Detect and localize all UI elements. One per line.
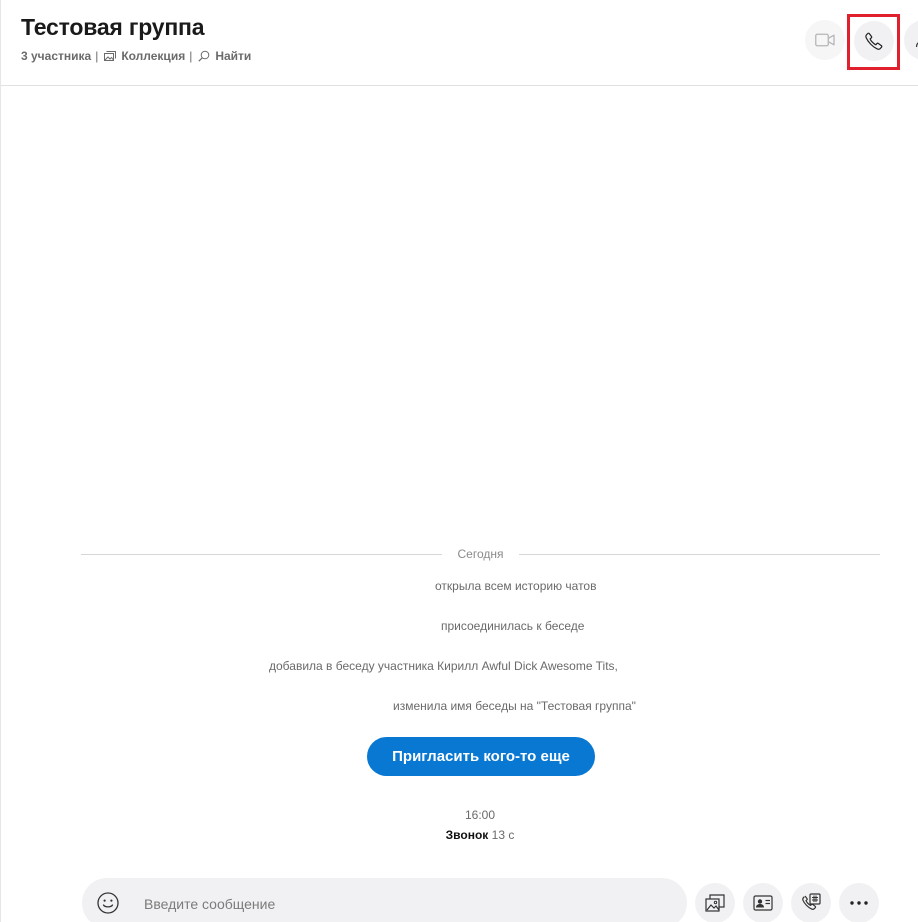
divider-line: [519, 554, 880, 555]
call-duration: 13 с: [491, 828, 515, 842]
chat-title: Тестовая группа: [21, 14, 205, 40]
message-input[interactable]: [144, 893, 664, 915]
divider-line: [81, 554, 442, 555]
call-label: Звонок: [445, 828, 489, 842]
system-event: открыла всем историю чатов: [435, 579, 597, 593]
find-label: Найти: [215, 49, 252, 63]
send-image-button[interactable]: [695, 883, 735, 922]
add-people-button[interactable]: [904, 20, 918, 60]
collection-label: Коллекция: [121, 49, 186, 63]
emoji-icon: [97, 892, 119, 914]
meta-separator: |: [95, 49, 99, 63]
chat-window: Тестовая группа 3 участника | Коллекция …: [0, 0, 918, 922]
emoji-button[interactable]: [96, 891, 120, 915]
search-icon: [198, 50, 210, 62]
video-camera-icon: [815, 33, 835, 47]
find-link[interactable]: Найти: [198, 49, 251, 63]
system-event: присоединилась к беседе: [441, 619, 585, 633]
participants-link[interactable]: 3 участника: [21, 49, 91, 63]
collection-link[interactable]: Коллекция: [104, 49, 185, 63]
system-event: изменила имя беседы на "Тестовая группа": [393, 699, 636, 713]
message-composer: [82, 878, 687, 922]
call-timestamp: 16:00: [464, 808, 496, 822]
image-icon: [705, 894, 725, 912]
schedule-call-button[interactable]: [791, 883, 831, 922]
invite-more-button[interactable]: Пригласить кого-то еще: [367, 737, 595, 776]
meta-separator: |: [189, 49, 193, 63]
video-call-button[interactable]: [805, 20, 845, 60]
more-icon: [850, 901, 868, 905]
send-contact-button[interactable]: [743, 883, 783, 922]
date-divider: Сегодня: [81, 546, 880, 564]
chat-header: Тестовая группа 3 участника | Коллекция …: [1, 0, 918, 86]
contact-card-icon: [753, 895, 773, 911]
phone-icon: [865, 32, 883, 50]
more-options-button[interactable]: [839, 883, 879, 922]
gallery-icon: [104, 50, 117, 61]
system-event: добавила в беседу участника Кирилл Awful…: [269, 659, 618, 673]
schedule-call-icon: [802, 893, 821, 910]
chat-meta: 3 участника | Коллекция | Найти: [21, 49, 251, 63]
call-record: Звонок 13 с: [1, 828, 918, 842]
audio-call-button[interactable]: [854, 21, 894, 61]
date-label: Сегодня: [457, 547, 504, 561]
